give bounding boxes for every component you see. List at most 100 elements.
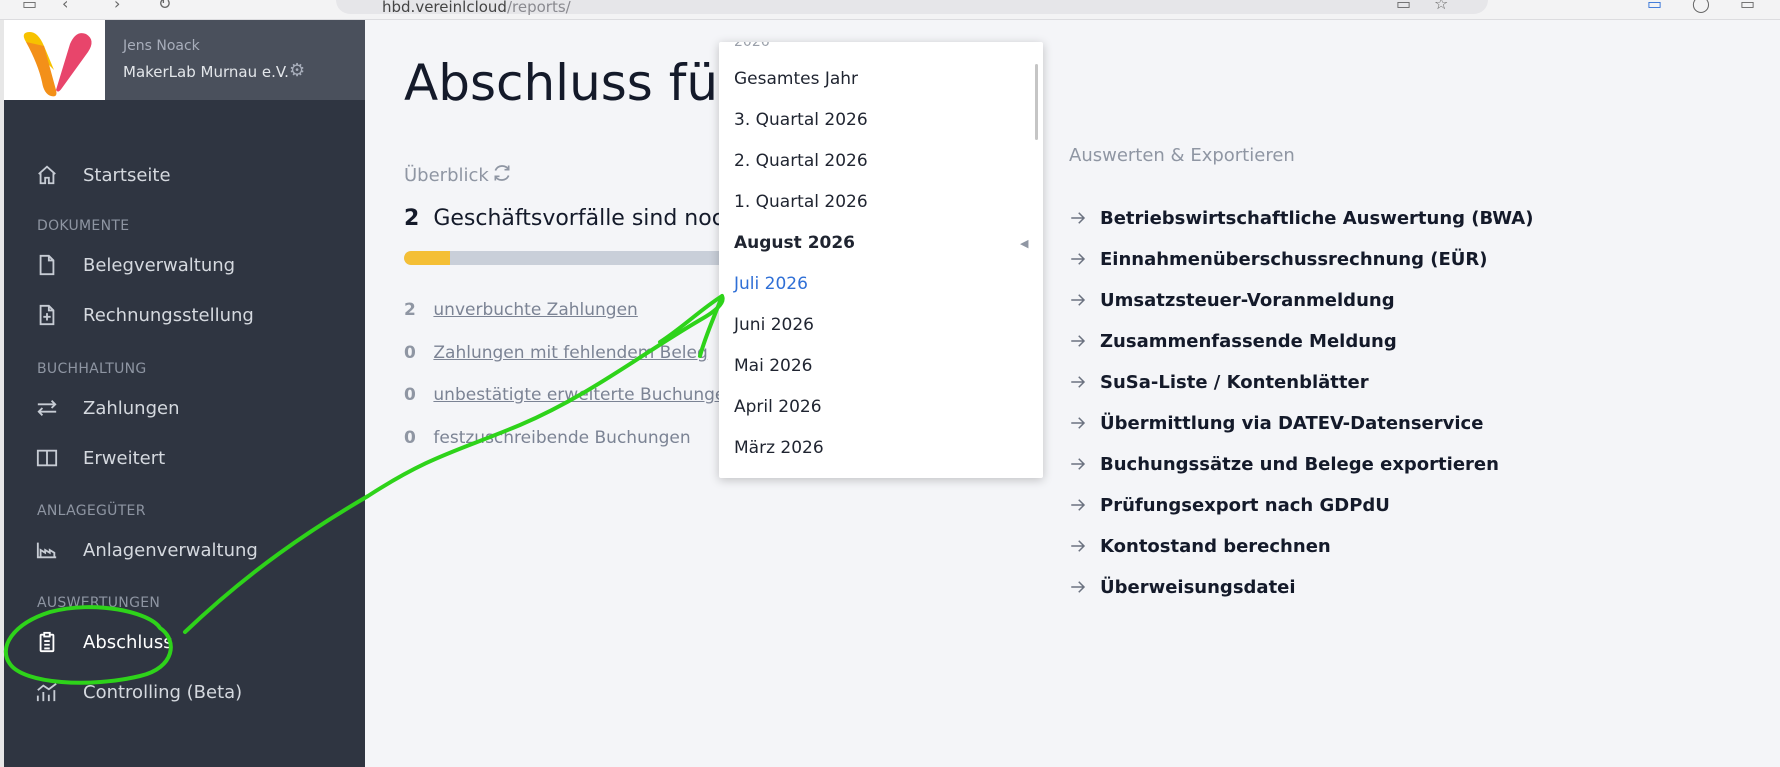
arrow-right-icon [1069,414,1087,432]
sidebar-item-label: Controlling (Beta) [83,681,243,703]
settings-gear-icon[interactable]: ⚙ [289,60,305,81]
factory-icon [35,538,59,562]
dropdown-option[interactable]: Mai 2026 [719,346,1019,386]
arrow-right-icon [1069,291,1087,309]
reload-icon[interactable]: ↻ [158,0,171,13]
dropdown-option[interactable]: Gesamtes Jahr [719,59,1019,99]
section-heading-auswertungen: AUSWERTUNGEN [37,595,161,611]
export-link[interactable]: Einnahmenüberschussrechnung (EÜR) [1069,244,1487,274]
columns-icon [35,446,59,470]
browser-toolbar: ▭ ‹ › ↻ hbd.vereinlcloud/reports/ ▭ ☆ ▭ … [0,0,1780,20]
sidebar-item-zahlungen[interactable]: Zahlungen [4,388,365,428]
arrow-right-icon [1069,332,1087,350]
dropdown-option-label: Juli 2026 [734,274,808,294]
sidebar-item-erweitert[interactable]: Erweitert [4,438,365,478]
dropdown-option[interactable]: 2. Quartal 2026 [719,141,1019,181]
stat-count: 0 [404,343,416,363]
url-text: hbd.vereinlcloud/reports/ [382,0,571,16]
organization-header[interactable]: Jens Noack MakerLab Murnau e.V. ⚙ [105,20,365,100]
refresh-icon[interactable] [492,163,514,185]
transfer-icon [35,396,59,420]
arrow-right-icon [1069,537,1087,555]
stat-link-unverbuchte-zahlungen[interactable]: unverbuchte Zahlungen [433,300,637,320]
dropdown-option[interactable]: August 2026 ◀ [719,223,1028,263]
open-transactions-count: 2 [404,206,420,231]
submenu-caret-icon: ◀ [1020,236,1029,250]
progress-bar [404,251,754,265]
organization-name: MakerLab Murnau e.V. [123,63,289,81]
export-link[interactable]: SuSa-Liste / Kontenblätter [1069,367,1369,397]
dropdown-option-label: April 2026 [734,397,822,417]
export-link[interactable]: Kontostand berechnen [1069,531,1331,561]
stat-count: 0 [404,428,416,448]
export-link[interactable]: Prüfungsexport nach GDPdU [1069,490,1390,520]
menu-icon[interactable]: ▭ [1740,0,1755,13]
logo-icon [23,32,92,97]
export-label: Buchungssätze und Belege exportieren [1100,453,1499,475]
export-link[interactable]: Betriebswirtschaftliche Auswertung (BWA) [1069,203,1533,233]
section-heading-buchhaltung: BUCHHALTUNG [37,361,147,377]
document-plus-icon [35,303,59,327]
dropdown-scrollbar[interactable] [1035,64,1038,140]
bar-chart-icon [35,680,59,704]
sidebar-item-controlling[interactable]: Controlling (Beta) [4,672,365,712]
clipboard-icon [35,630,59,654]
sidebar: Jens Noack MakerLab Murnau e.V. ⚙ Starts… [4,20,365,767]
dropdown-option[interactable]: April 2026 [719,387,1019,427]
section-heading-dokumente: DOKUMENTE [37,218,130,234]
dropdown-option-label: August 2026 [734,233,856,253]
dropdown-option[interactable]: 3. Quartal 2026 [719,100,1019,140]
export-label: Übermittlung via DATEV-Datenservice [1100,412,1484,434]
export-label: Prüfungsexport nach GDPdU [1100,494,1390,516]
dropdown-option[interactable]: März 2026 [719,428,1019,468]
dropdown-option[interactable]: Juni 2026 [719,305,1019,345]
stat-count: 2 [404,300,416,320]
period-dropdown[interactable]: 2026 Gesamtes Jahr 3. Quartal 2026 2. Quar… [719,42,1043,478]
account-icon[interactable]: ◯ [1692,0,1710,13]
export-label: Kontostand berechnen [1100,535,1331,557]
export-label: SuSa-Liste / Kontenblätter [1100,371,1369,393]
export-link[interactable]: Umsatzsteuer-Voranmeldung [1069,285,1395,315]
dropdown-option-selected[interactable]: Juli 2026 [719,264,1019,304]
stat-label-festzuschreibende-buchungen: festzuschreibende Buchungen [433,428,691,448]
sidebar-item-label: Erweitert [83,447,166,469]
export-label: Betriebswirtschaftliche Auswertung (BWA) [1100,207,1534,229]
sidebar-item-startseite[interactable]: Startseite [4,155,365,195]
extension-icon[interactable]: ▭ [1647,0,1662,13]
sidebar-toggle-icon[interactable]: ▭ [22,0,37,13]
page-title: Abschluss für [404,54,739,112]
export-label: Zusammenfassende Meldung [1100,330,1397,352]
dropdown-option[interactable]: 1. Quartal 2026 [719,182,1019,222]
stat-count: 0 [404,385,416,405]
export-label: Umsatzsteuer-Voranmeldung [1100,289,1395,311]
sidebar-item-label: Startseite [83,164,171,186]
back-icon[interactable]: ‹ [62,0,68,13]
arrow-right-icon [1069,496,1087,514]
bookmark-star-icon[interactable]: ☆ [1434,0,1448,13]
stat-row: 2 unverbuchte Zahlungen [404,300,638,320]
sidebar-item-rechnungsstellung[interactable]: Rechnungsstellung [4,295,365,335]
arrow-right-icon [1069,250,1087,268]
user-name: Jens Noack [123,38,200,54]
sidebar-item-anlagenverwaltung[interactable]: Anlagenverwaltung [4,530,365,570]
stat-link-unbestaetigte-buchungen[interactable]: unbestätigte erweiterte Buchungen [433,385,736,405]
overview-heading: Überblick [404,165,489,186]
dropdown-option-label: Juni 2026 [734,315,814,335]
export-link[interactable]: Übermittlung via DATEV-Datenservice [1069,408,1483,438]
export-label: Einnahmenüberschussrechnung (EÜR) [1100,248,1488,270]
arrow-right-icon [1069,209,1087,227]
sidebar-item-belegverwaltung[interactable]: Belegverwaltung [4,245,365,285]
address-bar[interactable]: hbd.vereinlcloud/reports/ ▭ ☆ [336,0,1488,16]
export-link[interactable]: Zusammenfassende Meldung [1069,326,1397,356]
sidebar-item-abschluss[interactable]: Abschluss [4,622,365,662]
forward-icon[interactable]: › [114,0,120,13]
app-logo[interactable] [4,20,105,100]
document-icon [35,253,59,277]
export-link[interactable]: Überweisungsdatei [1069,572,1296,602]
dropdown-option-label: 3. Quartal 2026 [734,110,868,130]
export-link[interactable]: Buchungssätze und Belege exportieren [1069,449,1499,479]
stat-link-fehlender-beleg[interactable]: Zahlungen mit fehlendem Beleg [433,343,707,363]
dropdown-option-label: Gesamtes Jahr [734,69,859,89]
dropdown-year-partial: 2026 [734,42,770,50]
reader-icon[interactable]: ▭ [1396,0,1411,13]
